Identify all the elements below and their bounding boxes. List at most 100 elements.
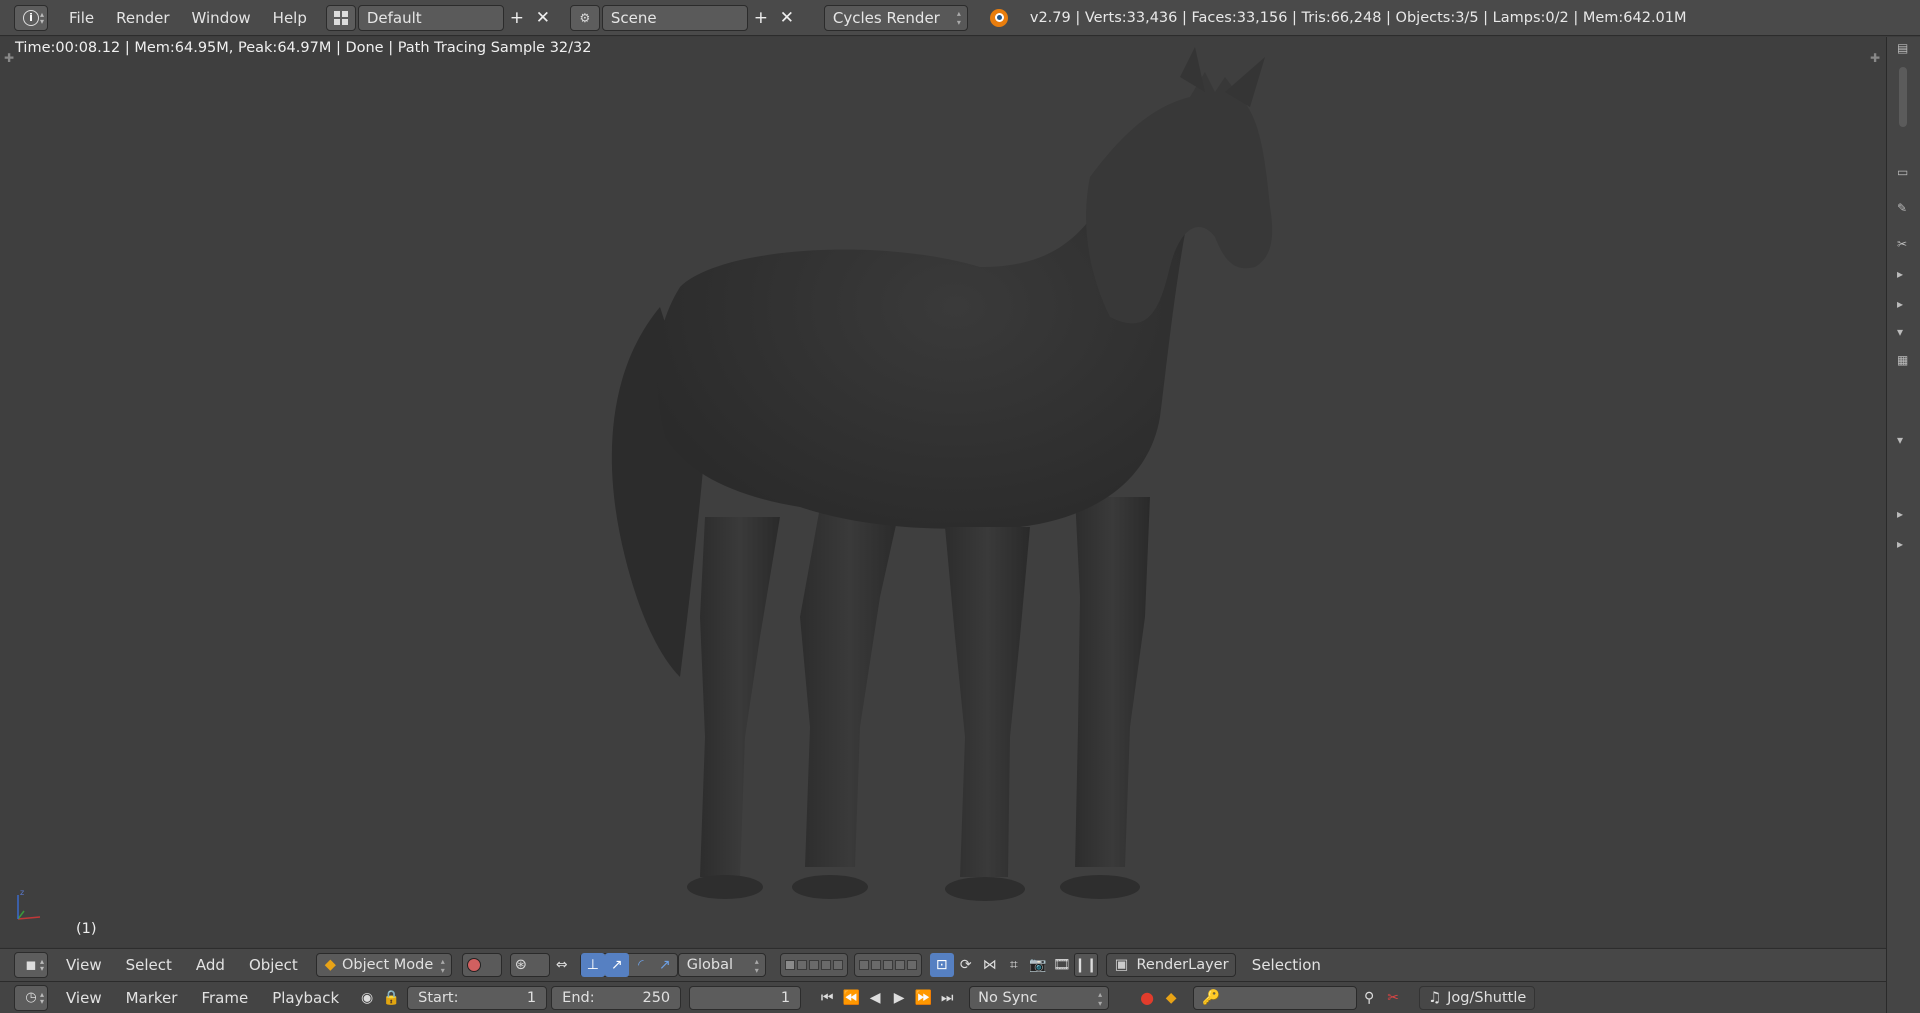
menu-select[interactable]: Select (114, 956, 184, 974)
keyframe-type-icon[interactable]: ◆ (1159, 986, 1183, 1010)
insert-keyframe-icon[interactable]: ⚲ (1357, 986, 1381, 1010)
axis-gizmo: z (12, 885, 62, 929)
menu-object[interactable]: Object (237, 956, 310, 974)
expand-arrow-icon[interactable]: ▸ (1897, 267, 1903, 281)
lock-layers-icon[interactable]: ⊡ (929, 953, 954, 977)
menu-add[interactable]: Add (184, 956, 237, 974)
pause-render-icon[interactable]: ❙❙ (1073, 953, 1098, 977)
jog-shuttle-label: Jog/Shuttle (1447, 989, 1527, 1006)
current-frame-field[interactable]: 1 (689, 985, 802, 1010)
timeline-menu-marker[interactable]: Marker (114, 989, 190, 1007)
scale-manipulator-icon[interactable]: ◜ (629, 953, 653, 977)
outliner-scrollbar[interactable] (1899, 67, 1907, 127)
close-scene-icon[interactable]: ✕ (774, 5, 800, 31)
render-layer-field[interactable]: ▣ RenderLayer (1105, 953, 1236, 977)
add-scene-icon[interactable]: + (748, 5, 774, 31)
lock-range-icon[interactable]: 🔒 (379, 986, 403, 1010)
screen-layout-browse-button[interactable] (325, 4, 356, 31)
start-label: Start: (418, 989, 459, 1006)
end-frame-field[interactable]: End: 250 (551, 985, 682, 1010)
delete-keyframe-icon[interactable]: ✂ (1381, 986, 1405, 1010)
render-props-icon[interactable]: ▭ (1897, 165, 1908, 179)
selection-label: Selection (1251, 956, 1321, 974)
properties-panel-edge[interactable]: ▤ ▭ ✎ ✂ ▸ ▸ ▾ ▦ ▾ ▸ ▸ (1886, 37, 1920, 1013)
menu-render[interactable]: Render (105, 0, 180, 36)
screen-layout-field[interactable]: Default (357, 4, 504, 31)
layout-grid-icon (333, 10, 348, 25)
timeline-menu-frame[interactable]: Frame (189, 989, 260, 1007)
timeline-editor-type-button[interactable]: ◷ ▴ ▾ (14, 984, 48, 1011)
jog-shuttle-button[interactable]: ♫ Jog/Shuttle (1419, 985, 1536, 1010)
manipulator-toggle-icon[interactable]: ⇔ (550, 953, 574, 977)
outliner-icon: ▤ (1897, 41, 1909, 55)
timeline-header: ◷ ▴ ▾ View Marker Frame Playback ◉ 🔒 Star… (0, 981, 1886, 1013)
keying-set-field[interactable]: 🔑 (1193, 985, 1358, 1010)
timeline-menu-playback[interactable]: Playback (260, 989, 351, 1007)
end-label: End: (562, 989, 595, 1006)
pivot-icon: ⊛ (514, 957, 527, 973)
horse-render (611, 47, 1273, 901)
close-layout-icon[interactable]: ✕ (530, 5, 556, 31)
scale-arrow-icon[interactable]: ↗ (653, 953, 677, 977)
snap-icon[interactable]: ⌗ (1002, 953, 1026, 977)
proportional-edit-icon[interactable]: ⟳ (954, 953, 978, 977)
3d-editor-type-button[interactable]: ◼ ▴ ▾ (14, 952, 48, 978)
keying-icon: 🔑 (1202, 990, 1221, 1006)
menu-window[interactable]: Window (181, 0, 262, 36)
play-icon[interactable]: ▶ (887, 986, 911, 1010)
scene-browse-button[interactable]: ⚙ (569, 4, 600, 31)
clock-icon: ◷ (25, 990, 37, 1005)
shading-sphere-icon (466, 958, 481, 972)
scene-stats: v2.79 | Verts:33,436 | Faces:33,156 | Tr… (1029, 9, 1687, 26)
tools-icon[interactable]: ✎ (1897, 201, 1907, 215)
frame-indicator: (1) (76, 921, 97, 937)
play-reverse-icon[interactable]: ◀ (863, 986, 887, 1010)
snap-element-icon[interactable]: ⋈ (978, 953, 1002, 977)
jump-end-icon[interactable]: ⏭ (935, 986, 959, 1010)
collapse-arrow-icon-2[interactable]: ▾ (1897, 433, 1903, 447)
expand-arrow-icon-3[interactable]: ▸ (1897, 507, 1903, 521)
layer-icon[interactable]: ▦ (1897, 353, 1908, 367)
menu-view[interactable]: View (54, 956, 114, 974)
blender-logo-icon (989, 8, 1008, 27)
translate-manipulator-icon[interactable]: ⊥ (580, 953, 605, 977)
rotate-manipulator-icon[interactable]: ↗ (604, 953, 629, 977)
object-mode-icon: ◆ (324, 957, 336, 973)
menu-file[interactable]: File (58, 0, 105, 36)
menu-help[interactable]: Help (262, 0, 318, 36)
start-frame-field[interactable]: Start: 1 (407, 985, 548, 1010)
expand-arrow-icon-4[interactable]: ▸ (1897, 537, 1903, 551)
add-layout-icon[interactable]: + (504, 5, 530, 31)
scene-field[interactable]: Scene (601, 4, 748, 31)
end-value: 250 (642, 989, 671, 1006)
info-icon: i (23, 9, 39, 26)
timeline-menu-view[interactable]: View (54, 989, 114, 1007)
opengl-anim-icon[interactable]: 🎞 (1050, 953, 1074, 977)
scissors-icon[interactable]: ✂ (1897, 237, 1907, 251)
info-editor-type-button[interactable]: i ▴ ▾ (14, 4, 48, 31)
render-engine-dropdown[interactable]: Cycles Render ▴ ▾ (823, 4, 968, 31)
sync-dropdown[interactable]: No Sync ▴ ▾ (969, 985, 1110, 1010)
headphones-icon: ♫ (1428, 989, 1442, 1006)
orientation-dropdown[interactable]: Global ▴ ▾ (677, 953, 766, 977)
jump-start-icon[interactable]: ⏮ (815, 986, 839, 1010)
record-icon[interactable]: ● (1135, 986, 1159, 1010)
layer-buttons-2[interactable] (853, 953, 922, 977)
expand-arrow-icon-2[interactable]: ▸ (1897, 297, 1903, 311)
svg-text:z: z (20, 888, 24, 897)
render-layer-icon: ▣ (1114, 957, 1129, 973)
top-info-bar: i ▴ ▾ File Render Window Help Default + ✕… (0, 0, 1920, 36)
mode-label: Object Mode (341, 957, 434, 973)
sync-label: No Sync (978, 989, 1038, 1006)
jump-prev-keyframe-icon[interactable]: ⏪ (839, 986, 863, 1010)
jump-next-keyframe-icon[interactable]: ⏩ (911, 986, 935, 1010)
collapse-arrow-icon[interactable]: ▾ (1897, 325, 1903, 339)
3d-viewport[interactable]: Time:00:08.12 | Mem:64.95M, Peak:64.97M … (0, 37, 1886, 947)
render-engine-label: Cycles Render (832, 8, 940, 27)
pivot-dropdown[interactable]: ⊛ (509, 953, 550, 977)
use-preview-range-icon[interactable]: ◉ (355, 986, 379, 1010)
shading-dropdown[interactable] (461, 953, 502, 977)
mode-dropdown[interactable]: ◆ Object Mode ▴ ▾ (315, 953, 452, 977)
opengl-render-icon[interactable]: 📷 (1026, 953, 1050, 977)
layer-buttons[interactable] (779, 953, 848, 977)
